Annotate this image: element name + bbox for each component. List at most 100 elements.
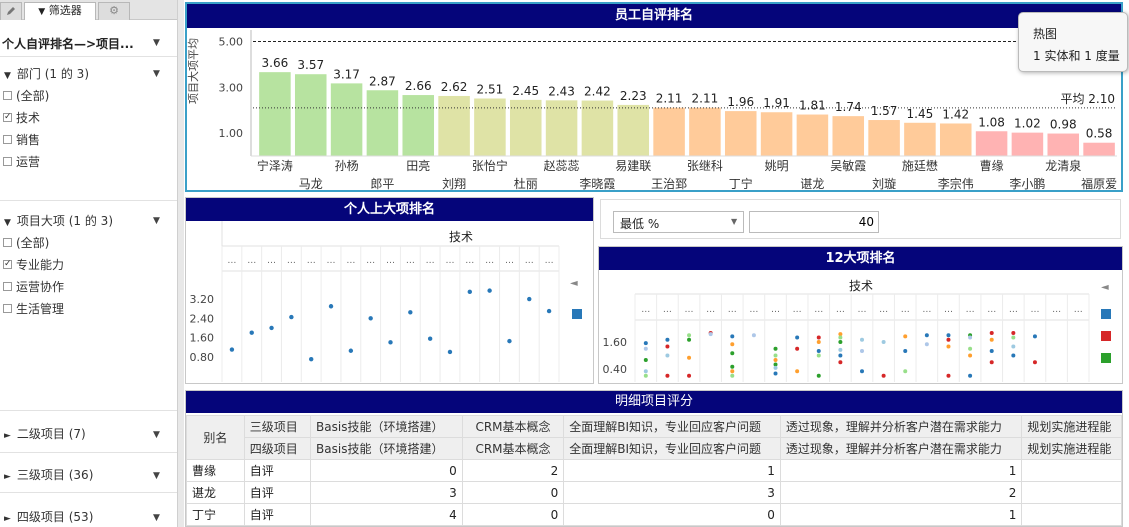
cell [1021, 459, 1122, 482]
percent-select[interactable]: 最低 % ▼ [613, 211, 744, 233]
column-ellipsis: … [879, 305, 888, 315]
checkbox[interactable] [3, 135, 12, 144]
scatter-point [795, 369, 800, 374]
bar [259, 72, 291, 156]
chevron-down-icon[interactable]: ▼ [153, 69, 160, 79]
filter-option[interactable]: 生活管理 [3, 300, 64, 317]
checkbox[interactable] [3, 157, 12, 166]
chevron-down-icon[interactable]: ▼ [153, 38, 160, 48]
checkbox-checked[interactable]: ✓ [3, 260, 12, 269]
scatter-point [816, 349, 821, 353]
filter-group-level2[interactable]: ► 二级项目 (7) [4, 425, 86, 442]
scatter-point [968, 353, 973, 358]
x-category-label: 曹缘 [980, 159, 1004, 173]
column-ellipsis: … [771, 305, 780, 315]
column-ellipsis: … [366, 256, 375, 266]
bar-value-label: 2.11 [656, 92, 683, 106]
scatter-point [665, 337, 670, 342]
scatter-point [968, 335, 973, 340]
scatter-point [924, 342, 929, 347]
bar-value-label: 1.08 [978, 115, 1005, 129]
scatter-point [487, 288, 492, 293]
chevron-down-icon[interactable]: ▼ [153, 216, 160, 226]
bar [1011, 132, 1044, 156]
x-category-label: 李小鹏 [1009, 176, 1045, 190]
column-ellipsis: … [1009, 305, 1018, 315]
column-ellipsis: … [901, 305, 910, 315]
y-tick-label: 0.40 [603, 363, 628, 376]
checkbox[interactable] [3, 282, 12, 291]
x-category-label: 谌龙 [800, 177, 824, 190]
scatter-point [989, 337, 994, 342]
header-cell: Basis技能（环境搭建） [310, 415, 463, 438]
pane-splitter[interactable] [178, 0, 184, 527]
scatter-point [687, 337, 692, 342]
scatter-point [730, 369, 735, 374]
filter-group-dept[interactable]: ▼ 部门 (1 的 3) [4, 65, 89, 82]
scatter-point [816, 340, 821, 344]
chevron-down-icon: ▼ [731, 217, 738, 226]
bar-value-label: 3.17 [333, 67, 360, 81]
legend-swatch-green[interactable] [1101, 353, 1111, 363]
chevron-down-icon[interactable]: ▼ [153, 471, 160, 481]
column-ellipsis: … [227, 256, 236, 266]
table-row[interactable]: 曹缘 自评 0 2 1 1 [186, 459, 1122, 482]
column-ellipsis: … [728, 305, 737, 315]
legend-swatch-blue[interactable] [1101, 309, 1111, 319]
settings-tab[interactable]: ⚙ [98, 2, 130, 20]
filter-option[interactable]: 运营协作 [3, 278, 64, 295]
scatter-point [546, 308, 552, 314]
x-category-label: 丁宁 [729, 176, 753, 190]
scatter-point [643, 341, 648, 346]
scatter-point [1011, 335, 1016, 340]
twelve-items-scatter[interactable]: … … … … … … … … … … … … … … … … … … … … … 1.60 0.40 [599, 270, 1122, 383]
filter-group-category[interactable]: ▼ 项目大项 (1 的 3) [4, 212, 113, 229]
checkbox-checked[interactable]: ✓ [3, 113, 12, 122]
filter-option[interactable]: (全部) [3, 87, 49, 104]
personal-rank-scatter[interactable]: … … … … … … … … … … … … … … … … … 3.20 2.40 1.60 0.80 [186, 221, 593, 383]
filter-group-level4[interactable]: ► 四级项目 (53) [4, 508, 93, 525]
column-ellipsis: … [445, 256, 454, 266]
table-row[interactable]: 丁宁 自评 4 0 0 1 [186, 503, 1122, 526]
legend-swatch-red[interactable] [1101, 331, 1111, 341]
scatter-point [643, 358, 648, 362]
legend-collapse-icon[interactable]: ◄ [1101, 282, 1109, 293]
cell: 0 [461, 481, 565, 504]
scatter-point [903, 349, 908, 353]
detail-table: 别名 三级项目 Basis技能（环境搭建） CRM基本概念 全面理解BI知识，专… [186, 415, 1122, 526]
filter-option[interactable]: ✓ 技术 [3, 109, 40, 126]
scatter-point [1011, 353, 1016, 358]
scatter-point [795, 335, 800, 340]
filter-option[interactable]: 运营 [3, 153, 40, 170]
filter-group-level3[interactable]: ► 三级项目 (36) [4, 466, 93, 483]
bar-value-label: 1.42 [942, 107, 969, 121]
scatter-point [643, 373, 648, 378]
bar-value-label: 1.57 [871, 104, 898, 118]
column-ellipsis: … [685, 305, 694, 315]
scatter-point [687, 355, 692, 360]
chevron-down-icon[interactable]: ▼ [153, 513, 160, 523]
header-cell: 全面理解BI知识，专业回应客户问题 [563, 415, 781, 438]
expand-icon: ► [4, 431, 11, 441]
ranking-bar-chart[interactable]: 5.00 3.00 1.00 3.66 宁泽涛 3.57 马龙 3.17 孙杨 2.87 郎平 2.6… [187, 28, 1121, 190]
filter-option[interactable]: (全部) [3, 234, 49, 251]
checkbox[interactable] [3, 304, 12, 313]
checkbox[interactable] [3, 238, 12, 247]
legend-collapse-icon[interactable]: ◄ [570, 278, 578, 289]
filter-option[interactable]: 销售 [3, 131, 40, 148]
header-cell: Basis技能（环境搭建） [310, 437, 463, 460]
edit-tab[interactable] [0, 2, 22, 20]
param-row: 最低 % ▼ [600, 199, 1121, 239]
legend-swatch[interactable] [572, 309, 582, 319]
percent-input[interactable] [749, 211, 879, 233]
cell: 1 [563, 459, 781, 482]
scatter-point [1011, 344, 1016, 349]
table-row[interactable]: 谌龙 自评 3 0 3 2 [186, 481, 1122, 504]
column-ellipsis: … [814, 305, 823, 315]
checkbox[interactable] [3, 91, 12, 100]
column-ellipsis: … [465, 256, 474, 266]
bar [689, 107, 721, 156]
chevron-down-icon[interactable]: ▼ [153, 430, 160, 440]
filter-option[interactable]: ✓ 专业能力 [3, 256, 64, 273]
filter-tab[interactable]: ▼ 筛选器 [24, 2, 96, 20]
